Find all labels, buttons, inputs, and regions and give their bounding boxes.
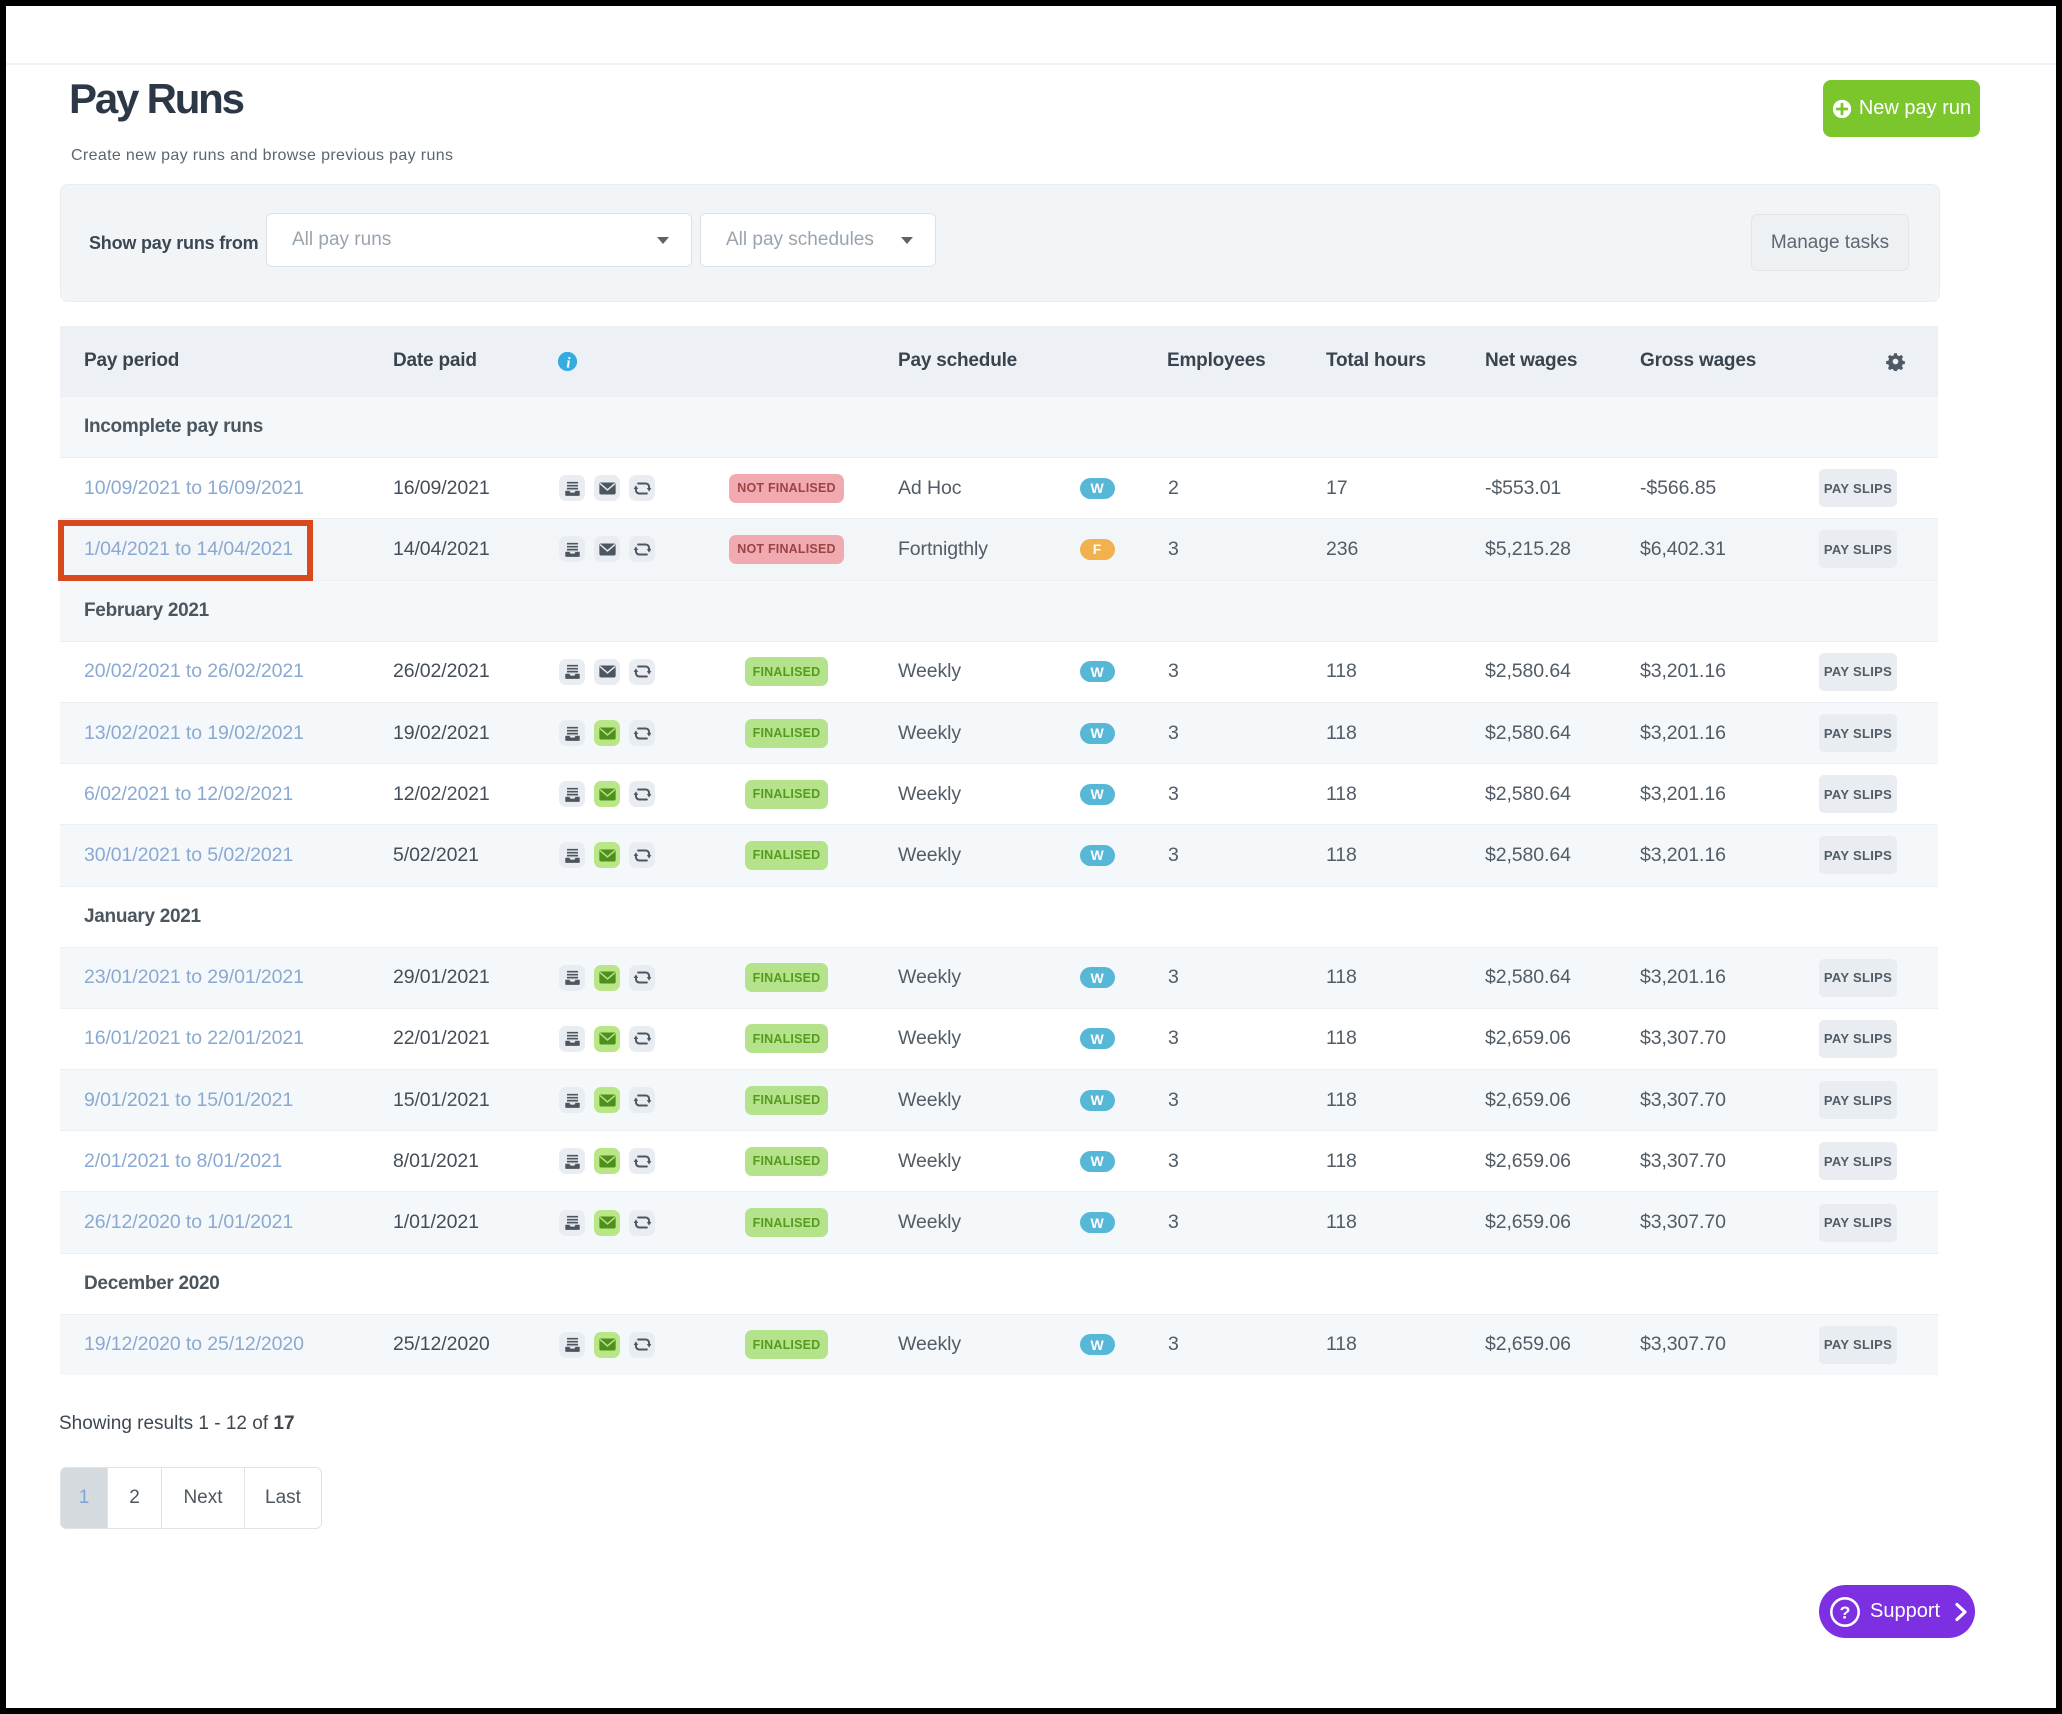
svg-text:?: ? — [1840, 1602, 1851, 1622]
